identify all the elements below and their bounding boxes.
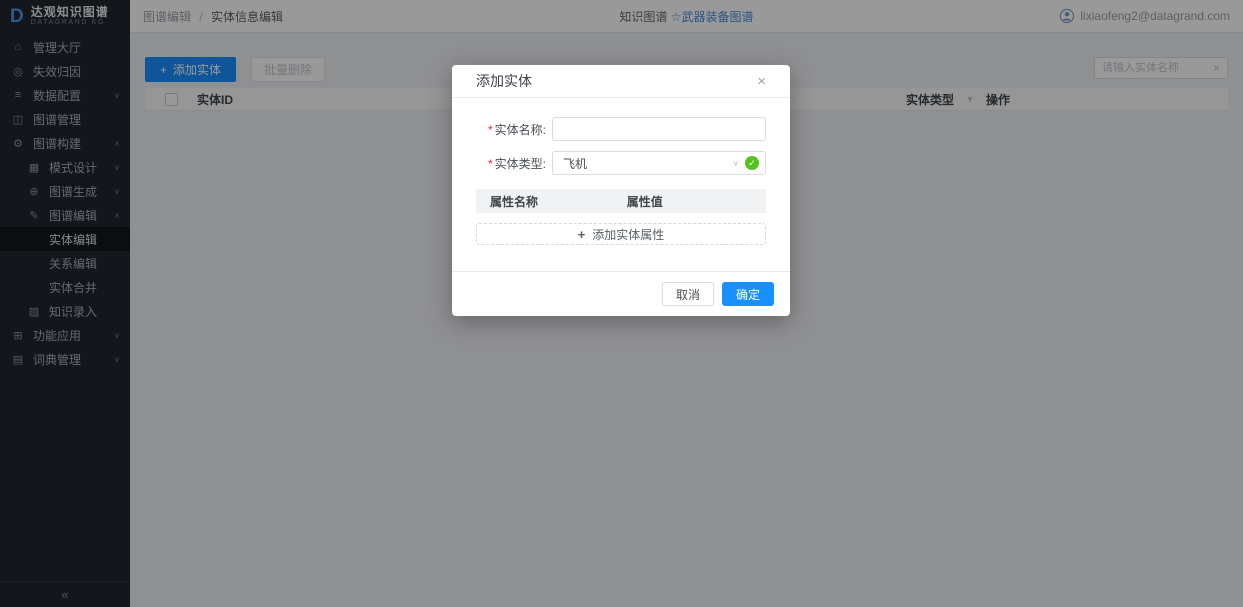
modal-footer: 取消 确定 xyxy=(452,271,790,316)
entity-type-value: 飞机 xyxy=(563,155,587,172)
confirm-button[interactable]: 确定 xyxy=(722,282,774,306)
entity-type-row: *实体类型: 飞机 ∨ ✓ xyxy=(476,151,766,175)
modal-body: *实体名称: *实体类型: 飞机 ∨ ✓ 属性名称 属性值 + 添加实体属性 xyxy=(452,98,790,271)
plus-icon: + xyxy=(578,227,586,242)
modal-header: 添加实体 × xyxy=(452,65,790,98)
close-icon[interactable]: × xyxy=(757,74,766,89)
validation-success-icon: ✓ xyxy=(745,156,759,170)
attr-name-column: 属性名称 xyxy=(476,193,627,210)
entity-name-input[interactable] xyxy=(552,117,766,141)
attr-value-column: 属性值 xyxy=(627,193,663,210)
cancel-button[interactable]: 取消 xyxy=(662,282,714,306)
entity-name-row: *实体名称: xyxy=(476,117,766,141)
modal-title: 添加实体 xyxy=(476,71,532,91)
select-arrow-icon: ∨ xyxy=(732,158,739,169)
app-root: D 达观知识图谱 DATAGRAND KG ⌂ 管理大厅 ◎ 失效归因 ≡ 数据… xyxy=(0,0,1243,607)
required-mark: * xyxy=(488,157,493,171)
entity-type-label: *实体类型: xyxy=(476,155,546,172)
add-attribute-button[interactable]: + 添加实体属性 xyxy=(476,223,766,245)
entity-type-select[interactable]: 飞机 ∨ ✓ xyxy=(552,151,766,175)
required-mark: * xyxy=(488,123,493,137)
entity-name-label: *实体名称: xyxy=(476,121,546,138)
add-entity-modal: 添加实体 × *实体名称: *实体类型: 飞机 ∨ ✓ 属性名称 属性值 + xyxy=(452,65,790,316)
attribute-table-header: 属性名称 属性值 xyxy=(476,189,766,213)
